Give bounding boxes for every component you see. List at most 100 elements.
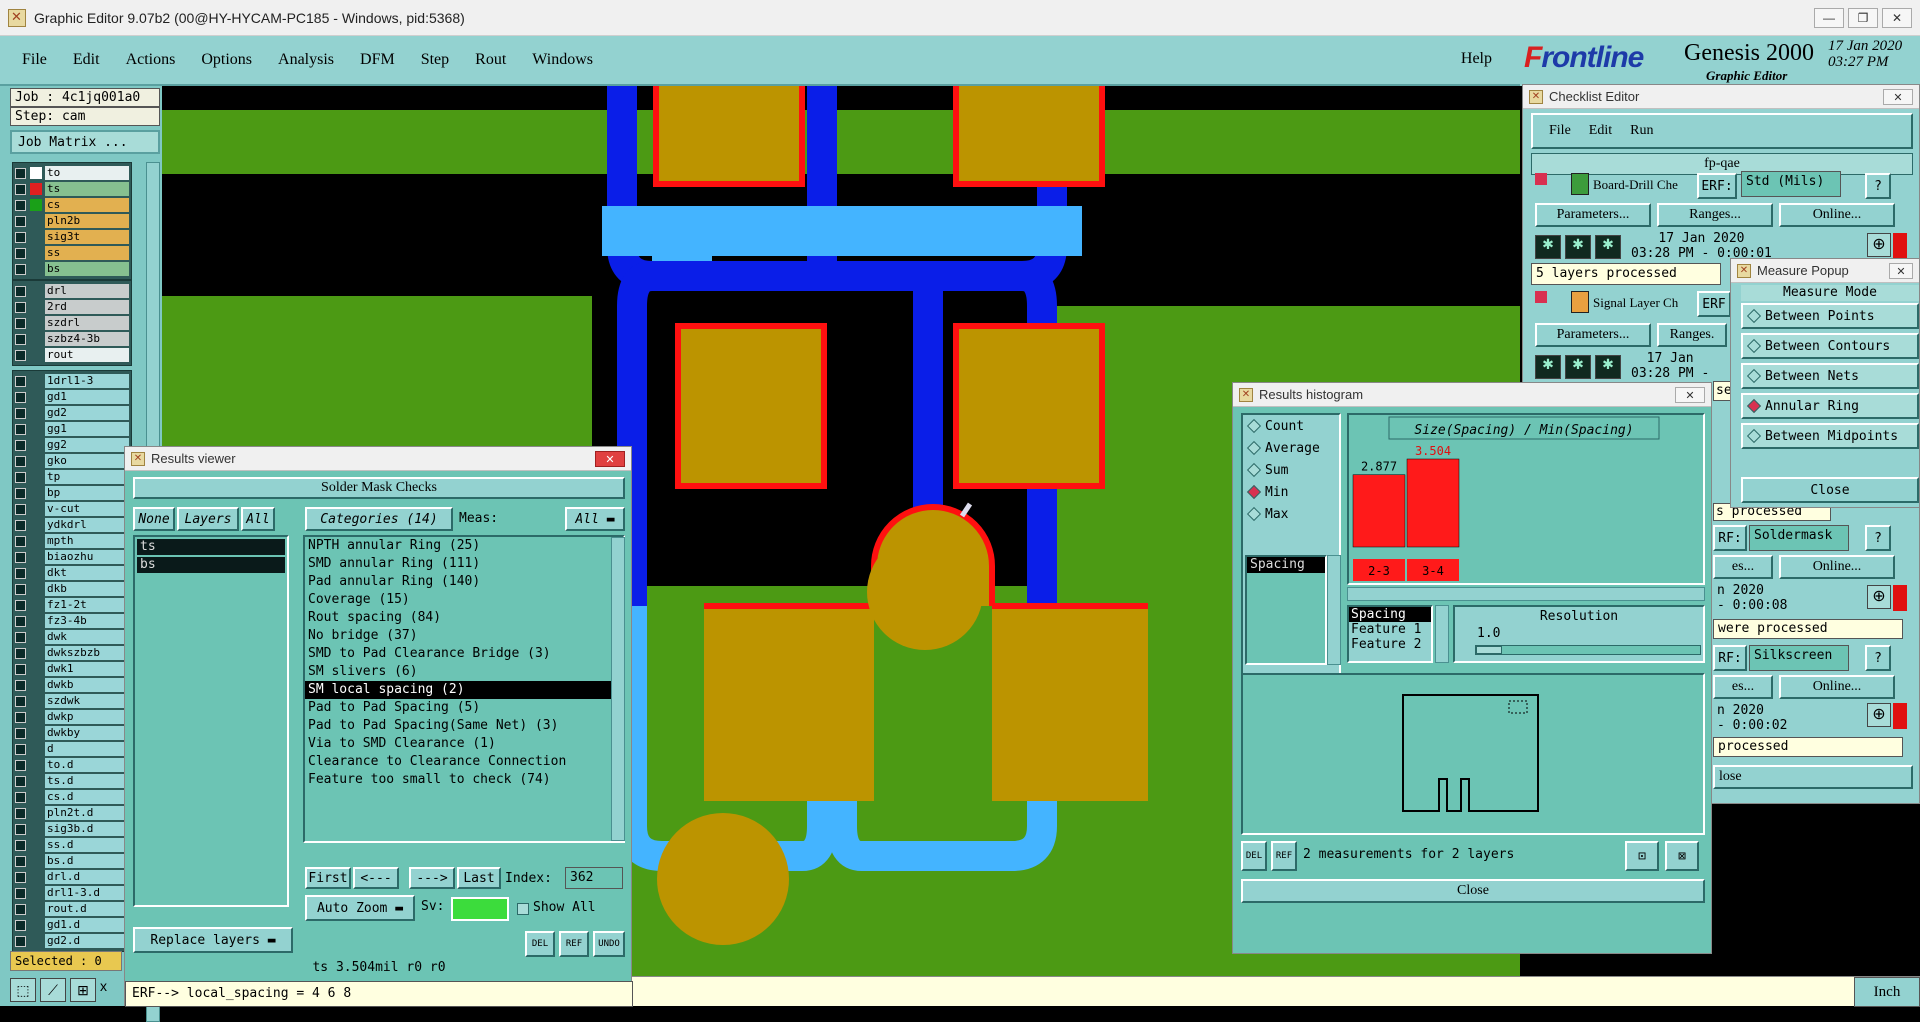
layer-row[interactable]: fz3-4b: [15, 613, 129, 629]
radio-icon[interactable]: [1246, 484, 1262, 500]
layer-checkbox[interactable]: [15, 535, 26, 547]
layer-row[interactable]: bp: [15, 485, 129, 501]
layer-row[interactable]: ss.d: [15, 837, 129, 853]
layer-name[interactable]: mpth: [45, 534, 129, 548]
layer-name[interactable]: ts.d: [45, 774, 129, 788]
zoom-icon[interactable]: ⊕: [1867, 233, 1891, 257]
layer-name[interactable]: sig3t: [45, 230, 129, 244]
attr-item[interactable]: Feature 2: [1349, 637, 1431, 652]
histogram-option[interactable]: Average: [1246, 437, 1339, 459]
layer-checkbox[interactable]: [15, 455, 26, 467]
radio-icon[interactable]: [1246, 506, 1262, 522]
layer-row[interactable]: gd1.d: [15, 917, 129, 933]
radio-icon[interactable]: [1746, 368, 1762, 384]
index-input[interactable]: 362: [565, 867, 623, 889]
category-item[interactable]: NPTH annular Ring (25): [305, 537, 623, 555]
layer-row[interactable]: szdwk: [15, 693, 129, 709]
layer-checkbox[interactable]: [15, 567, 26, 579]
radio-icon[interactable]: [1246, 418, 1262, 434]
histogram-option[interactable]: Sum: [1246, 459, 1339, 481]
layer-name[interactable]: gd1: [45, 390, 129, 404]
check1-ranges-button[interactable]: Ranges...: [1657, 203, 1773, 227]
layer-checkbox[interactable]: [15, 935, 26, 947]
layer-row[interactable]: gg1: [15, 421, 129, 437]
categories-button[interactable]: Categories (14): [305, 507, 453, 531]
layer-name[interactable]: ts: [45, 182, 129, 196]
layer-checkbox[interactable]: [15, 695, 26, 707]
layer-row[interactable]: gg2: [15, 437, 129, 453]
attr-scrollbar[interactable]: [1435, 605, 1449, 663]
layer-row[interactable]: sig3b.d: [15, 821, 129, 837]
meas-dropdown[interactable]: All ▬: [565, 507, 625, 531]
check2-ranges-button[interactable]: Ranges.: [1657, 323, 1727, 347]
histogram-option[interactable]: Max: [1246, 503, 1339, 525]
check1-online-button[interactable]: Online...: [1779, 203, 1895, 227]
layer-row[interactable]: sig3t: [15, 229, 129, 245]
category-item[interactable]: SM slivers (6): [305, 663, 623, 681]
run-icon[interactable]: ✱: [1535, 235, 1561, 259]
layer-name[interactable]: szdwk: [45, 694, 129, 708]
layer-checkbox[interactable]: [15, 551, 26, 563]
layer-checkbox[interactable]: [15, 583, 26, 595]
layer-row[interactable]: ydkdrl: [15, 517, 129, 533]
close-window-button[interactable]: ✕: [1882, 8, 1912, 28]
check1-parameters-button[interactable]: Parameters...: [1535, 203, 1651, 227]
histogram-close-button[interactable]: Close: [1241, 879, 1705, 903]
layer-name[interactable]: dwkby: [45, 726, 129, 740]
next-button[interactable]: --->: [409, 867, 455, 889]
layer-name[interactable]: fz1-2t: [45, 598, 129, 612]
layer-row[interactable]: biaozhu: [15, 549, 129, 565]
layer-row[interactable]: ts: [15, 181, 129, 197]
radio-icon[interactable]: [1746, 398, 1762, 414]
layer-row[interactable]: dwkszbzb: [15, 645, 129, 661]
check4-ranges-button[interactable]: es...: [1713, 675, 1773, 699]
layer-row[interactable]: cs: [15, 197, 129, 213]
menu-file[interactable]: File: [16, 47, 53, 73]
close-icon[interactable]: ✕: [1889, 263, 1913, 279]
check3-online-button[interactable]: Online...: [1779, 555, 1895, 579]
category-item[interactable]: SMD to Pad Clearance Bridge (3): [305, 645, 623, 663]
layer-name[interactable]: fz3-4b: [45, 614, 129, 628]
layer-checkbox[interactable]: [15, 349, 26, 361]
prev-button[interactable]: <---: [353, 867, 399, 889]
help-button[interactable]: ?: [1865, 525, 1891, 551]
layer-checkbox[interactable]: [15, 807, 26, 819]
menu-analysis[interactable]: Analysis: [272, 47, 340, 73]
last-button[interactable]: Last: [457, 867, 501, 889]
measure-mode-option[interactable]: Annular Ring: [1741, 393, 1919, 419]
none-button[interactable]: None: [133, 507, 175, 531]
layer-checkbox[interactable]: [15, 391, 26, 403]
menu-edit[interactable]: Edit: [67, 47, 106, 73]
check3-erf-value[interactable]: Soldermask: [1749, 525, 1849, 551]
layer-row[interactable]: ts.d: [15, 773, 129, 789]
maximize-button[interactable]: ❐: [1848, 8, 1878, 28]
checklist-menu-run[interactable]: Run: [1630, 123, 1653, 139]
close-icon[interactable]: ✕: [595, 451, 625, 467]
layer-name[interactable]: drl.d: [45, 870, 129, 884]
minimize-button[interactable]: —: [1814, 8, 1844, 28]
layer-name[interactable]: cs: [45, 198, 129, 212]
layer-name[interactable]: ydkdrl: [45, 518, 129, 532]
zoom-icon[interactable]: ⊕: [1867, 703, 1891, 727]
check1-erf-value[interactable]: Std (Mils): [1741, 171, 1841, 197]
menu-actions[interactable]: Actions: [120, 47, 182, 73]
run-icon[interactable]: ✱: [1535, 355, 1561, 379]
layer-row[interactable]: rout: [15, 347, 129, 363]
check3-ranges-button[interactable]: es...: [1713, 555, 1773, 579]
first-button[interactable]: First: [305, 867, 351, 889]
layer-row[interactable]: tp: [15, 469, 129, 485]
histogram-bar[interactable]: [1406, 458, 1460, 548]
layer-name[interactable]: bs: [45, 262, 129, 276]
measure-mode-option[interactable]: Between Midpoints: [1741, 423, 1919, 449]
grid-tool-icon[interactable]: ⊞: [70, 978, 96, 1002]
layer-name[interactable]: gd2.d: [45, 934, 129, 948]
category-item[interactable]: Via to SMD Clearance (1): [305, 735, 623, 753]
category-list[interactable]: NPTH annular Ring (25) SMD annular Ring (…: [303, 535, 625, 843]
layer-name[interactable]: ss: [45, 246, 129, 260]
layer-name[interactable]: to.d: [45, 758, 129, 772]
layer-checkbox[interactable]: [15, 333, 26, 345]
layer-checkbox[interactable]: [15, 823, 26, 835]
measure-close-button[interactable]: Close: [1741, 477, 1919, 503]
layer-row[interactable]: gd2: [15, 405, 129, 421]
layers-button[interactable]: Layers: [177, 507, 239, 531]
